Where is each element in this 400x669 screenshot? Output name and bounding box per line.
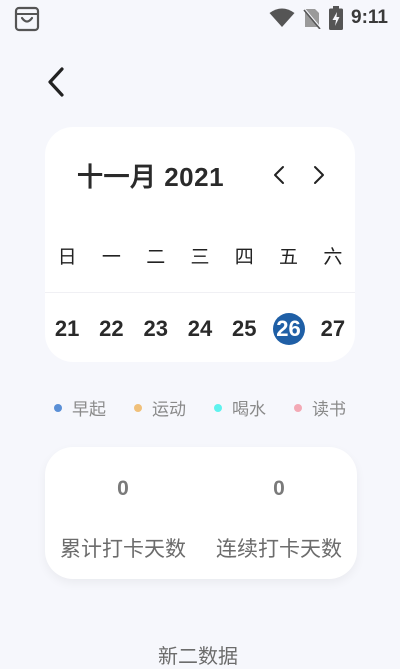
total-days-value: 0 <box>117 477 129 500</box>
next-month-button[interactable] <box>307 163 331 187</box>
calendar-card: 十一月 2021 日 一 二 三 四 五 六 21 22 23 24 25 26… <box>45 127 355 362</box>
total-days-label: 累计打卡天数 <box>60 537 186 561</box>
no-sim-icon <box>303 8 321 29</box>
chevron-left-icon <box>48 67 64 97</box>
calendar-day[interactable]: 25 <box>222 309 266 349</box>
streak-days-stat: 0 连续打卡天数 <box>201 447 357 579</box>
shopping-bag-icon <box>14 6 40 32</box>
wifi-icon <box>269 8 295 27</box>
weekday-label: 一 <box>101 246 121 268</box>
calendar-divider <box>45 292 355 293</box>
battery-charging-icon <box>329 6 344 30</box>
calendar-month-title: 十一月 2021 <box>77 162 225 192</box>
back-button[interactable] <box>38 62 74 102</box>
week-days-row: 21 22 23 24 25 26 27 <box>45 309 355 349</box>
weekday-label: 三 <box>190 246 210 268</box>
status-bar: 9:11 <box>0 0 400 36</box>
legend-item: 喝水 <box>214 395 266 420</box>
weekday-label: 四 <box>234 246 254 268</box>
legend-dot <box>54 403 62 412</box>
streak-days-value: 0 <box>273 477 285 500</box>
calendar-day[interactable]: 21 <box>45 309 89 349</box>
chevron-left-icon <box>274 166 284 184</box>
calendar-day[interactable]: 24 <box>178 309 222 349</box>
legend-label: 运动 <box>152 400 186 420</box>
legend-item: 读书 <box>294 395 346 420</box>
legend-dot <box>294 403 302 412</box>
calendar-day[interactable]: 22 <box>89 309 133 349</box>
total-days-stat: 0 累计打卡天数 <box>45 447 201 579</box>
calendar-day[interactable]: 27 <box>311 309 355 349</box>
legend-label: 早起 <box>72 400 106 420</box>
chevron-right-icon <box>314 166 324 184</box>
calendar-day[interactable]: 23 <box>134 309 178 349</box>
legend-label: 读书 <box>312 400 346 420</box>
weekday-label: 五 <box>279 246 299 268</box>
streak-days-label: 连续打卡天数 <box>216 537 342 561</box>
legend-item: 早起 <box>54 395 106 420</box>
weekday-label: 日 <box>57 246 77 268</box>
habit-legend: 早起 运动 喝水 读书 <box>0 395 400 420</box>
weekday-label: 二 <box>146 246 166 268</box>
calendar-day-selected[interactable]: 26 <box>266 309 310 349</box>
legend-item: 运动 <box>134 395 186 420</box>
status-time: 9:11 <box>351 7 388 28</box>
legend-dot <box>214 403 222 412</box>
section-heading: 新二数据 <box>158 644 238 668</box>
previous-month-button[interactable] <box>267 163 291 187</box>
weekday-label: 六 <box>323 246 343 268</box>
stats-card: 0 累计打卡天数 0 连续打卡天数 <box>45 447 357 579</box>
legend-dot <box>134 403 142 412</box>
legend-label: 喝水 <box>232 400 266 420</box>
weekday-header: 日 一 二 三 四 五 六 <box>45 242 355 269</box>
